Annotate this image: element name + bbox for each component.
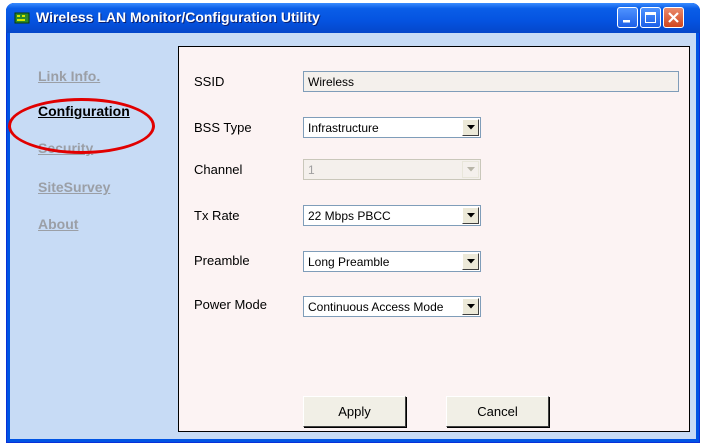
- nav-link-info[interactable]: Link Info.: [38, 68, 100, 84]
- window-title: Wireless LAN Monitor/Configuration Utili…: [36, 9, 320, 25]
- minimize-button[interactable]: [617, 7, 638, 28]
- dropdown-arrow-icon[interactable]: [462, 119, 479, 136]
- dropdown-arrow-icon[interactable]: [462, 207, 479, 224]
- power-mode-select[interactable]: Continuous Access Mode: [303, 296, 481, 317]
- network-card-icon: [14, 10, 30, 26]
- preamble-label: Preamble: [194, 253, 250, 268]
- highlight-ring: [8, 98, 155, 154]
- nav-about[interactable]: About: [38, 216, 78, 232]
- dropdown-arrow-icon: [462, 161, 479, 178]
- title-bar[interactable]: Wireless LAN Monitor/Configuration Utili…: [6, 3, 700, 33]
- bss-type-select[interactable]: Infrastructure: [303, 117, 481, 138]
- power-mode-value: Continuous Access Mode: [308, 300, 444, 314]
- apply-button[interactable]: Apply: [303, 396, 406, 427]
- minimize-icon: [623, 20, 630, 23]
- preamble-value: Long Preamble: [308, 255, 390, 269]
- ssid-label: SSID: [194, 74, 225, 89]
- close-button[interactable]: [663, 7, 684, 28]
- preamble-select[interactable]: Long Preamble: [303, 251, 481, 272]
- close-icon: [668, 12, 679, 23]
- channel-select: 1: [303, 159, 481, 180]
- dropdown-arrow-icon[interactable]: [462, 298, 479, 315]
- bss-type-value: Infrastructure: [308, 121, 379, 135]
- tx-rate-value: 22 Mbps PBCC: [308, 209, 391, 223]
- channel-value: 1: [308, 163, 315, 177]
- power-mode-label: Power Mode: [194, 297, 267, 312]
- configuration-panel: SSID Wireless BSS Type Infrastructure Ch…: [178, 46, 690, 432]
- ssid-input[interactable]: Wireless: [303, 71, 679, 92]
- tx-rate-select[interactable]: 22 Mbps PBCC: [303, 205, 481, 226]
- cancel-button[interactable]: Cancel: [446, 396, 549, 427]
- bss-type-label: BSS Type: [194, 120, 252, 135]
- maximize-icon: [645, 12, 656, 23]
- maximize-button[interactable]: [640, 7, 661, 28]
- channel-label: Channel: [194, 162, 243, 177]
- tx-rate-label: Tx Rate: [194, 208, 240, 223]
- dropdown-arrow-icon[interactable]: [462, 253, 479, 270]
- app-window: Wireless LAN Monitor/Configuration Utili…: [6, 3, 700, 443]
- nav-sitesurvey[interactable]: SiteSurvey: [38, 179, 110, 195]
- client-area: Link Info. Configuration Security SiteSu…: [8, 33, 696, 439]
